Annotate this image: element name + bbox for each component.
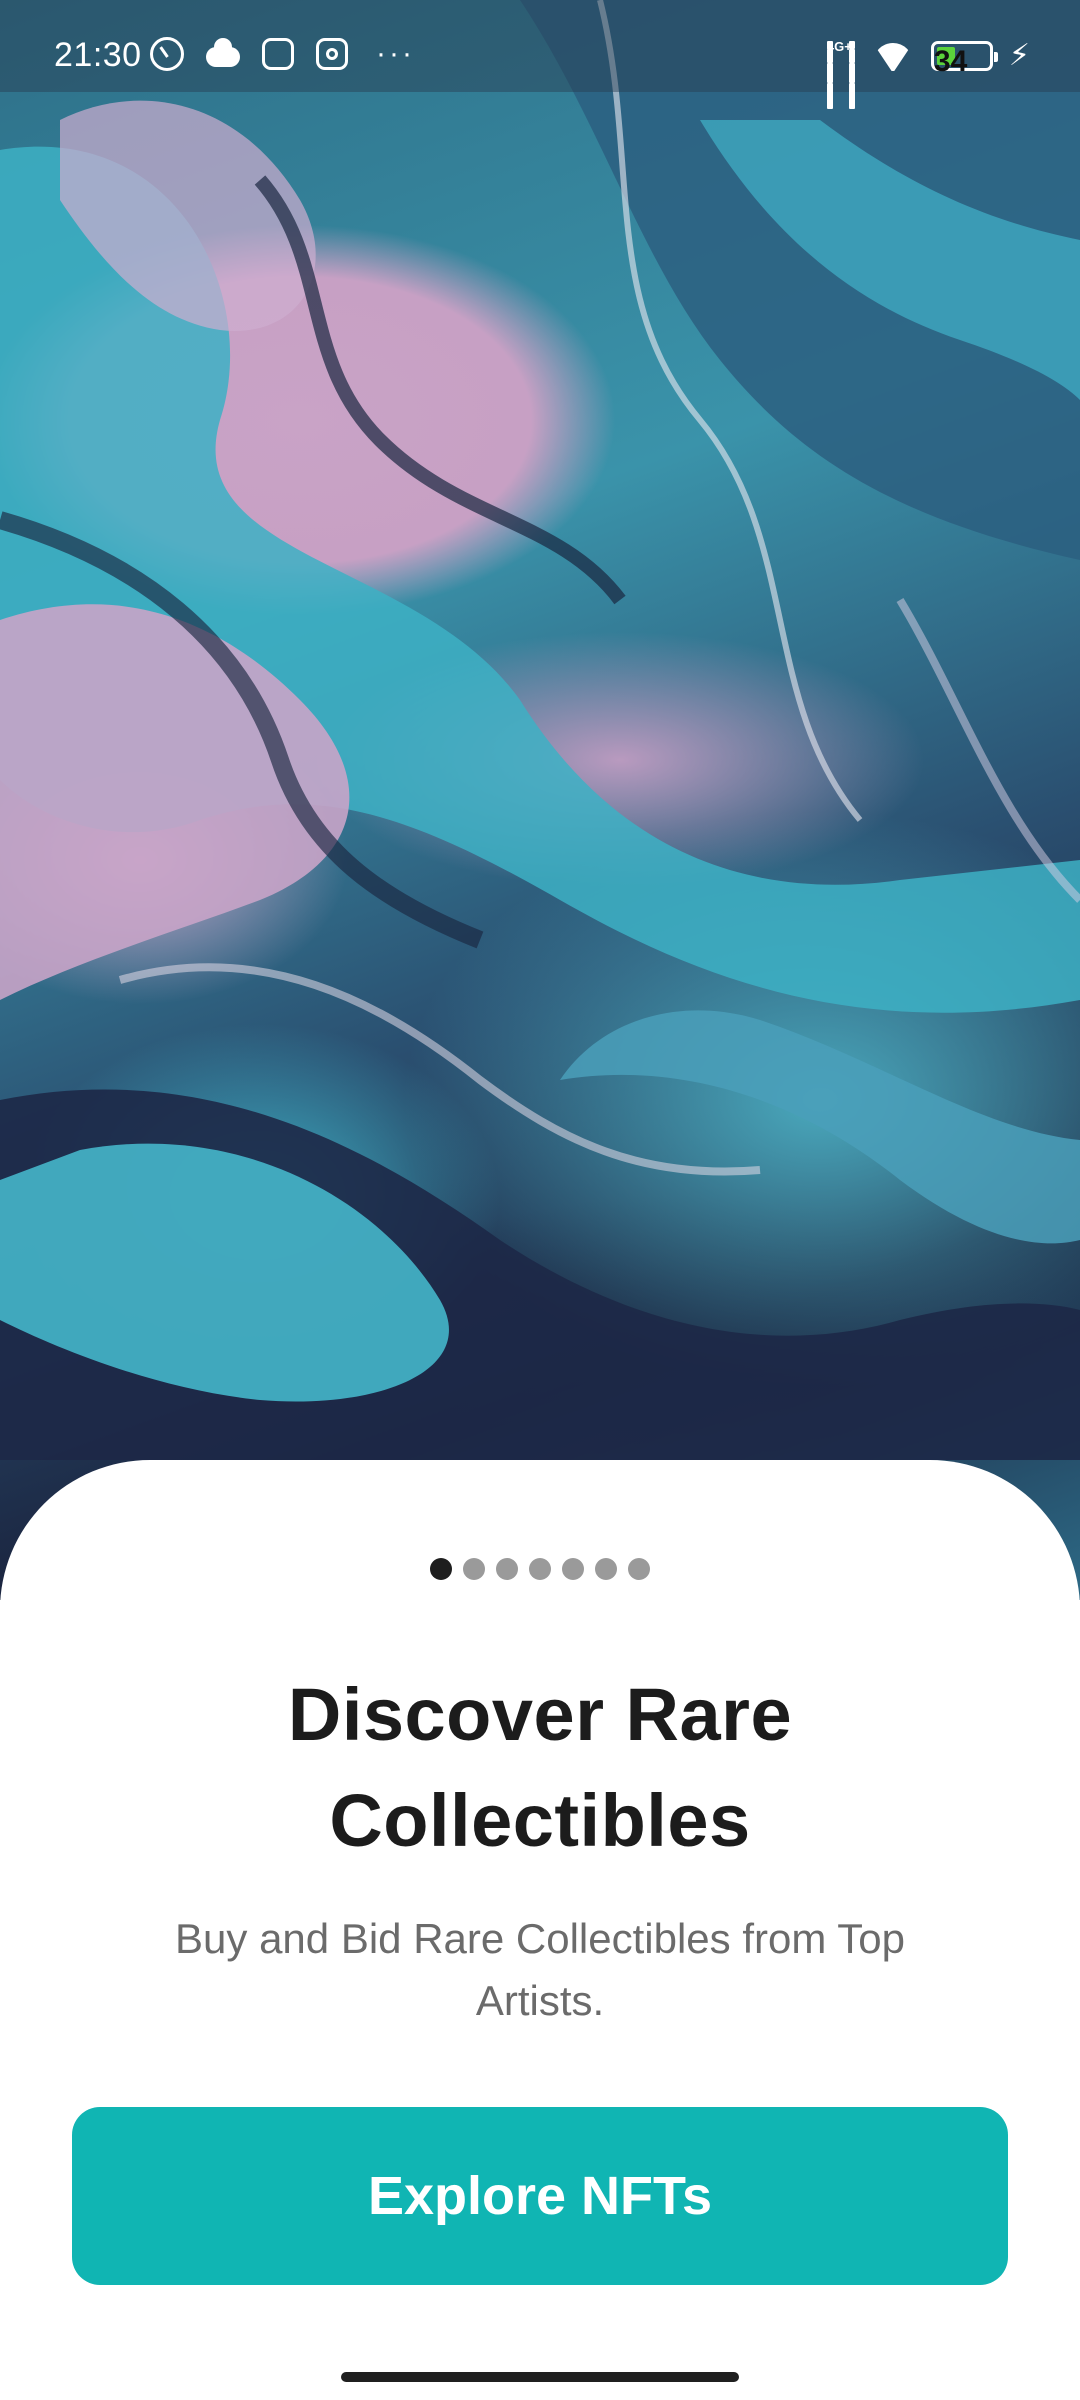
status-bar: 21:30 ··· 4G+ 34 ⚡ xyxy=(0,0,1080,109)
page-dot[interactable] xyxy=(496,1558,518,1580)
instagram-icon xyxy=(316,38,348,70)
page-indicator xyxy=(0,1558,1080,1580)
more-dots-icon: ··· xyxy=(376,37,415,70)
hero-artwork-image xyxy=(0,0,1080,1600)
status-time: 21:30 xyxy=(54,36,142,74)
page-dot[interactable] xyxy=(430,1558,452,1580)
page-dot[interactable] xyxy=(628,1558,650,1580)
signal-4g-icon: 4G+ xyxy=(826,39,852,109)
link-app-icon xyxy=(262,38,294,70)
explore-nfts-button[interactable]: Explore NFTs xyxy=(72,2107,1008,2285)
wifi-icon xyxy=(871,41,915,71)
page-dot[interactable] xyxy=(595,1558,617,1580)
status-right-icons: 4G+ 34 ⚡ xyxy=(826,38,1030,109)
page-dot[interactable] xyxy=(562,1558,584,1580)
battery-icon: 34 xyxy=(930,41,998,78)
onboarding-title: Discover Rare Collectibles xyxy=(287,1673,793,1862)
home-indicator[interactable] xyxy=(341,2372,739,2382)
page-dot[interactable] xyxy=(463,1558,485,1580)
signal-icon xyxy=(848,41,855,109)
onboarding-subtitle: Buy and Bid Rare Collectibles from Top A… xyxy=(175,1915,905,2024)
cloud-icon xyxy=(206,38,240,67)
charging-icon: ⚡ xyxy=(1008,39,1030,72)
battery-level: 34 xyxy=(933,45,968,78)
alarm-icon xyxy=(150,37,184,71)
marbled-art-svg xyxy=(0,0,1080,1460)
page-dot[interactable] xyxy=(529,1558,551,1580)
status-left-icons: ··· xyxy=(150,36,415,72)
